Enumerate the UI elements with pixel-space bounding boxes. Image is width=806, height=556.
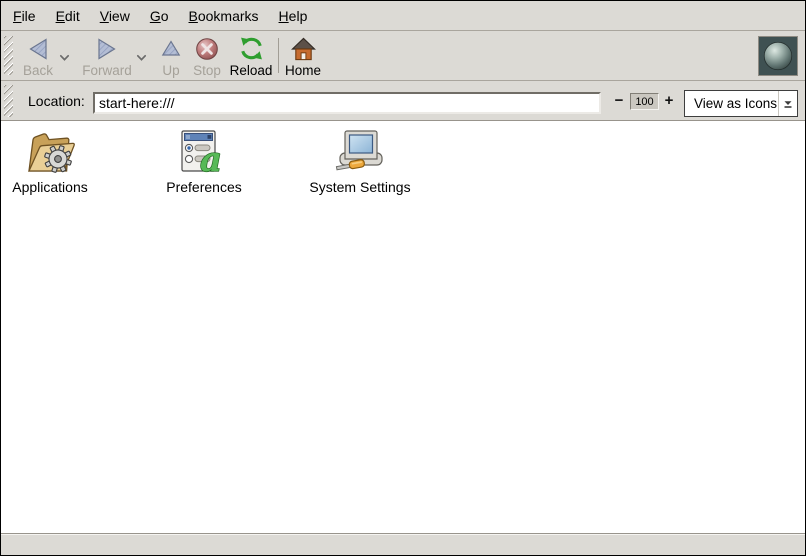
forward-button[interactable]: Forward (78, 36, 136, 78)
status-bar (1, 533, 805, 555)
reload-label: Reload (230, 63, 273, 78)
menu-bar: File Edit View Go Bookmarks Help (1, 1, 805, 31)
toolbar-grip-handle[interactable] (4, 36, 13, 75)
home-icon (291, 36, 316, 61)
home-button[interactable]: Home (282, 36, 324, 78)
file-manager-window: File Edit View Go Bookmarks Help Back Fo… (0, 0, 806, 556)
applications-folder-gear-icon (23, 129, 77, 175)
menu-view[interactable]: View (90, 3, 140, 29)
file-item-label: System Settings (309, 179, 410, 195)
throbber-globe-icon (759, 37, 797, 75)
file-item-system-settings[interactable]: System Settings (305, 129, 415, 195)
svg-text:a: a (200, 140, 222, 175)
stop-label: Stop (193, 63, 221, 78)
back-icon (26, 36, 50, 61)
back-history-dropdown[interactable] (59, 54, 70, 62)
file-item-applications[interactable]: Applications (7, 129, 93, 195)
menu-edit[interactable]: Edit (46, 3, 90, 29)
back-label: Back (23, 63, 53, 78)
toolbar: Back Forward Up (1, 31, 805, 81)
forward-label: Forward (82, 63, 132, 78)
zoom-out-button[interactable]: − (611, 81, 627, 120)
chevron-down-icon (136, 54, 147, 62)
menu-bookmarks[interactable]: Bookmarks (179, 3, 269, 29)
location-bar: Location: − 100 + View as Icons (1, 81, 805, 121)
preferences-dialog-icon: a (179, 129, 229, 175)
stop-button[interactable]: Stop (188, 36, 226, 78)
file-item-label: Applications (12, 179, 88, 195)
stop-icon (195, 36, 219, 61)
location-bar-grip-handle[interactable] (4, 85, 13, 117)
zoom-in-button[interactable]: + (661, 81, 677, 120)
system-settings-computer-icon (332, 129, 388, 175)
file-item-label: Preferences (166, 179, 241, 195)
chevron-down-icon (59, 54, 70, 62)
zoom-level-indicator: 100 (630, 93, 659, 110)
view-mode-label: View as Icons (685, 96, 778, 111)
forward-icon (95, 36, 119, 61)
location-label: Location: (28, 81, 85, 120)
toolbar-separator (278, 38, 279, 73)
menu-help[interactable]: Help (269, 3, 318, 29)
throbber (758, 36, 798, 76)
up-label: Up (162, 63, 179, 78)
back-button[interactable]: Back (15, 36, 61, 78)
up-icon (161, 36, 181, 61)
reload-icon (239, 36, 264, 61)
menu-file[interactable]: File (3, 3, 46, 29)
file-item-preferences[interactable]: a Preferences (161, 129, 247, 195)
forward-history-dropdown[interactable] (136, 54, 147, 62)
reload-button[interactable]: Reload (225, 36, 277, 78)
view-mode-dropdown[interactable]: View as Icons (684, 90, 798, 117)
location-input[interactable] (93, 92, 601, 114)
home-label: Home (285, 63, 321, 78)
file-view: Applications a Preferences (1, 121, 805, 533)
menu-go[interactable]: Go (140, 3, 179, 29)
dropdown-indicator-icon (778, 91, 797, 116)
up-button[interactable]: Up (153, 36, 189, 78)
